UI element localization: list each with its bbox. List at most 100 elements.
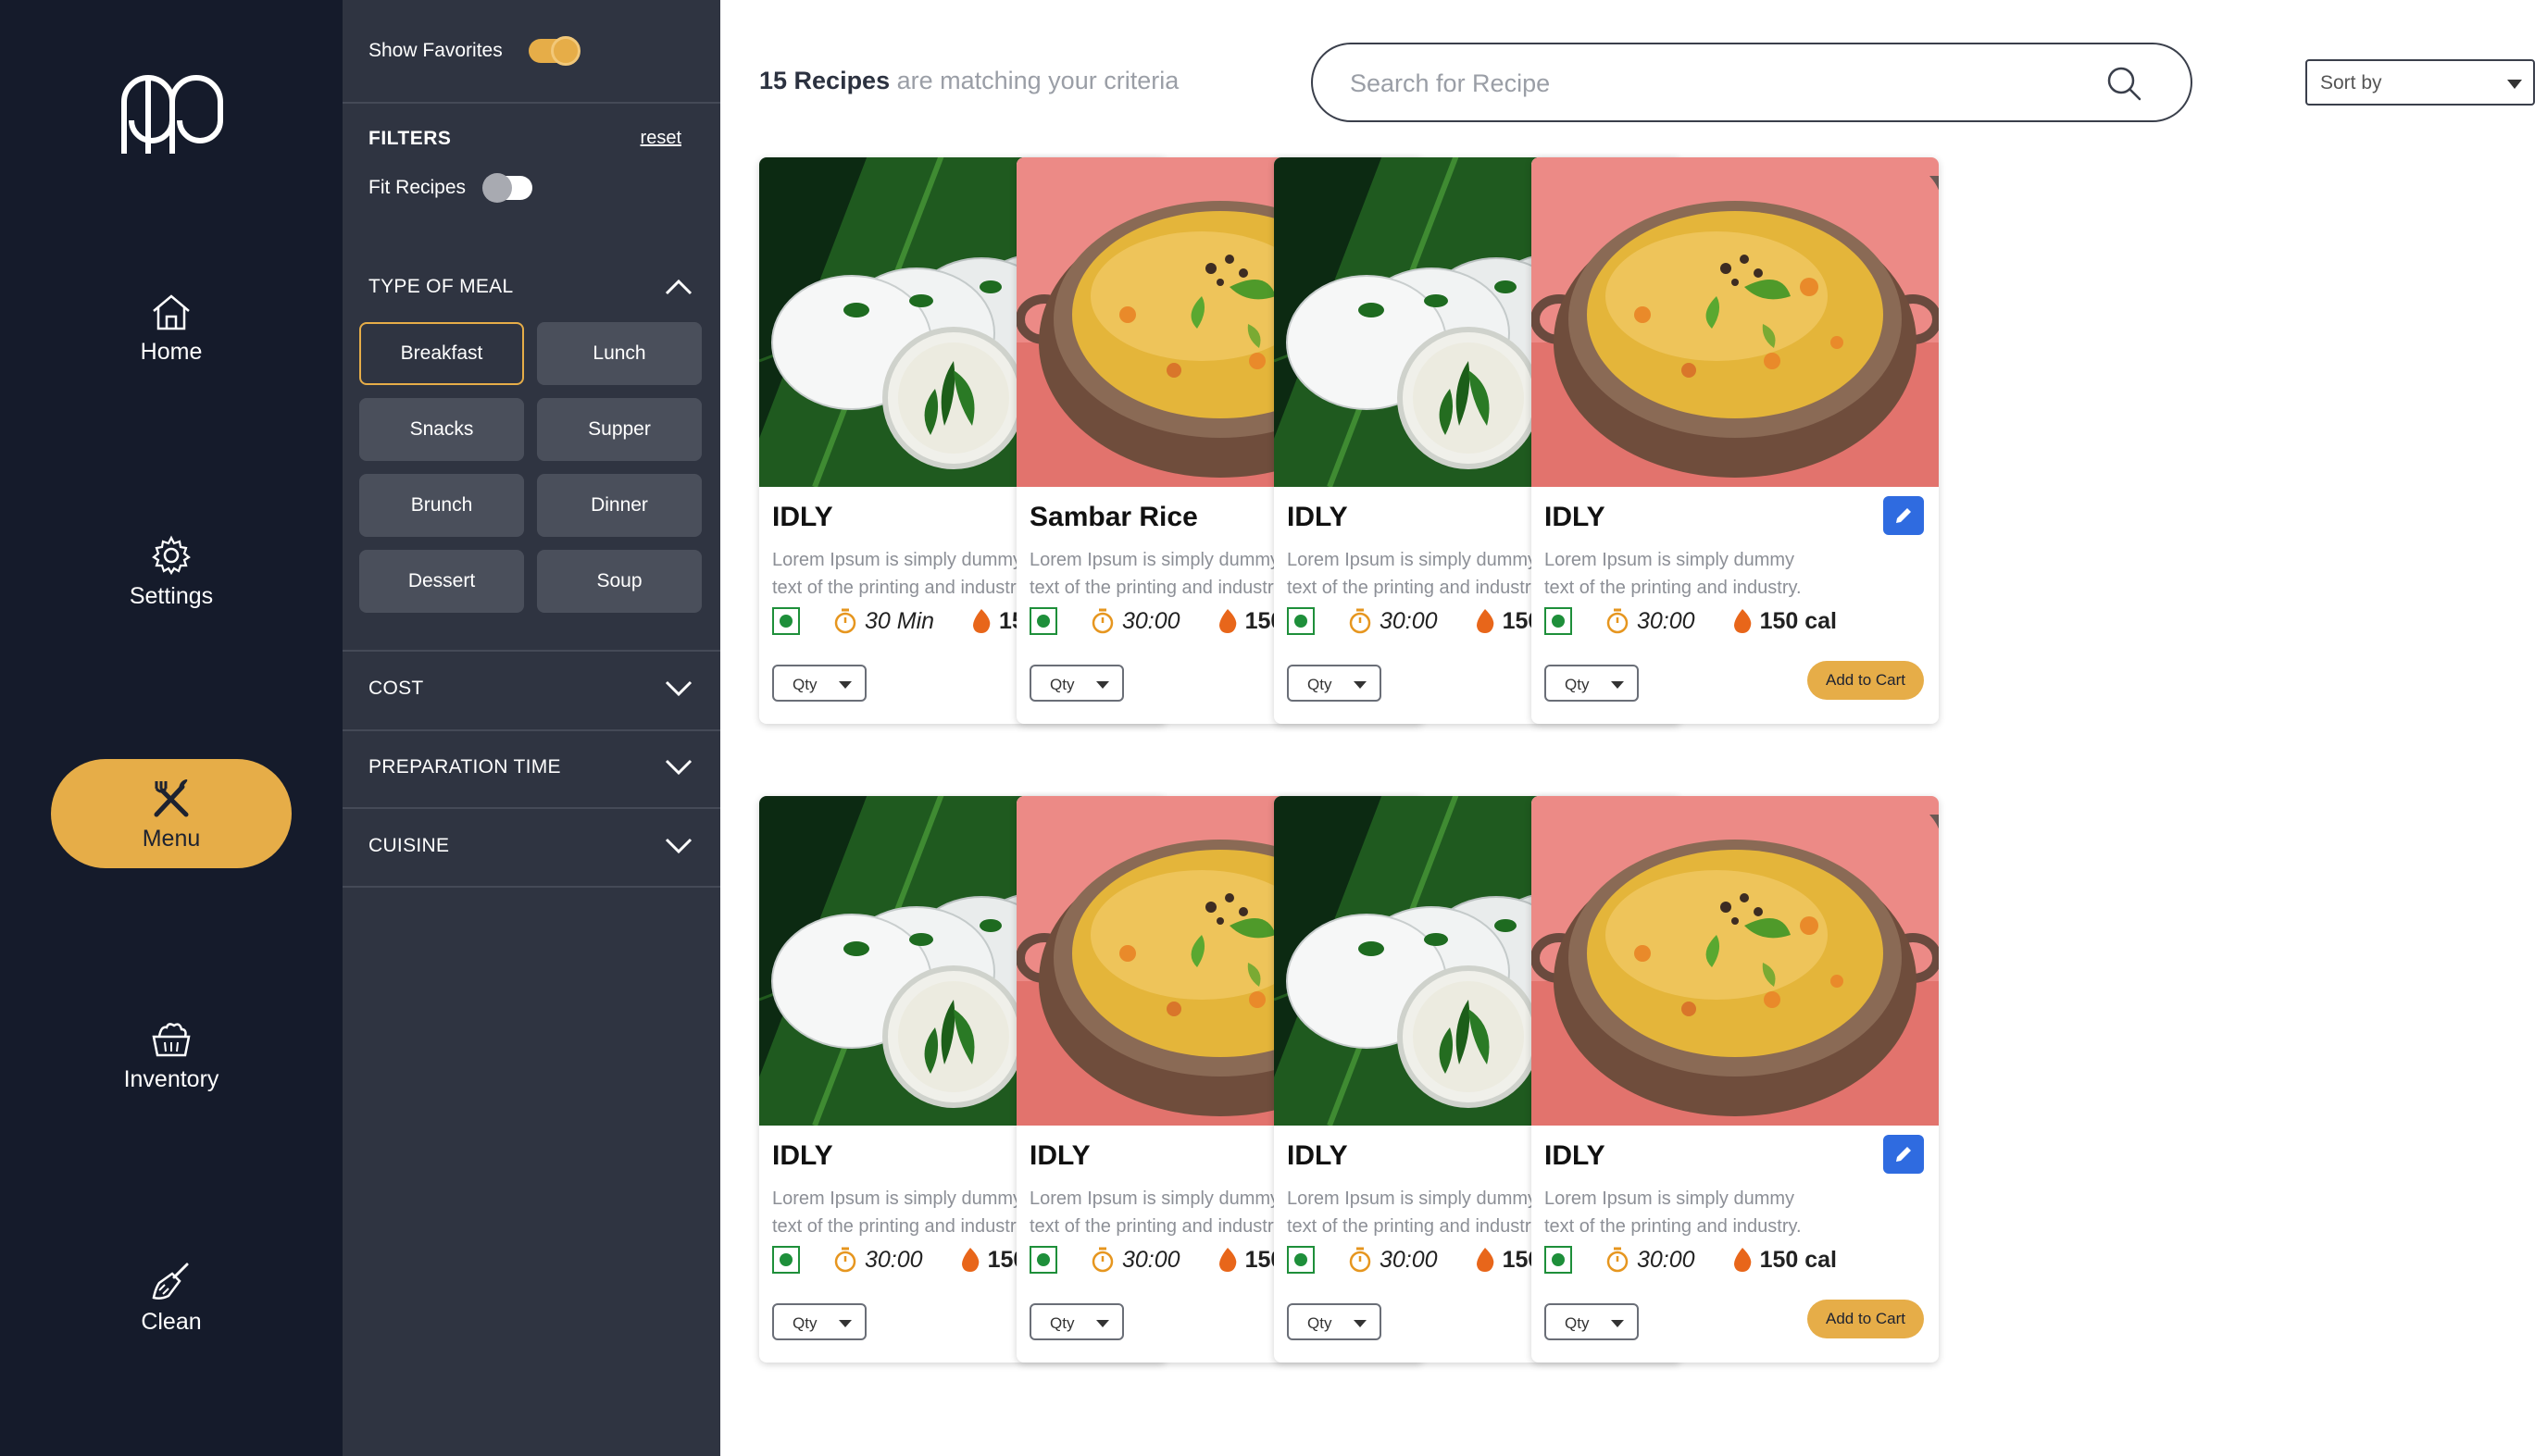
prep-time-value: 30:00 [1380,1246,1438,1273]
meal-breakfast-button[interactable]: Breakfast [359,322,524,385]
qty-dropdown[interactable]: Qty [1287,665,1381,702]
sort-by-dropdown[interactable]: Sort by [2305,59,2535,106]
qty-label: Qty [1307,1314,1332,1332]
meal-soup-button[interactable]: Soup [537,550,702,613]
recipe-meta: 30:00 150 cal [1544,607,1837,635]
cost-header[interactable]: COST [368,678,693,700]
qty-dropdown[interactable]: Qty [1287,1303,1381,1340]
qty-dropdown[interactable]: Qty [772,665,867,702]
caret-down-icon [839,681,852,689]
stopwatch-icon [1606,1247,1629,1273]
caret-down-icon [1096,681,1109,689]
caret-down-icon [1354,1320,1367,1327]
veg-indicator-icon [1030,607,1057,635]
calories: 150 cal [1732,608,1837,635]
divider [343,886,720,888]
stopwatch-icon [834,608,856,634]
veg-indicator-icon [1030,1246,1057,1274]
recipe-card[interactable]: IDLY Lorem Ipsum is simply dummy text of… [1531,796,1939,1363]
toggle-knob [482,173,513,203]
qty-label: Qty [1565,676,1590,693]
veg-indicator-icon [1287,607,1315,635]
recipe-image[interactable] [1531,157,1939,487]
description-line-1: Lorem Ipsum is simply dummy [1544,1188,1795,1209]
meal-dessert-button[interactable]: Dessert [359,550,524,613]
pencil-icon [1896,1147,1911,1162]
nav-menu[interactable]: Menu [51,759,292,868]
search-icon[interactable] [2105,65,2142,102]
nav-menu-label: Menu [142,826,201,852]
qty-dropdown[interactable]: Qty [1544,1303,1639,1340]
type-of-meal-header[interactable]: TYPE OF MEAL [368,276,693,298]
meal-brunch-button[interactable]: Brunch [359,474,524,537]
flame-icon [973,609,991,633]
fit-recipes-toggle[interactable] [482,173,533,203]
qty-dropdown[interactable]: Qty [1030,665,1124,702]
edit-button[interactable] [1883,496,1924,535]
results-count-text: are matching your criteria [890,67,1180,94]
calories: 150 cal [1732,1247,1837,1274]
nav-clean-label: Clean [141,1309,202,1335]
prep-time: 30 Min [833,608,934,635]
meal-snacks-button[interactable]: Snacks [359,398,524,461]
preparation-time-header[interactable]: PREPARATION TIME [368,756,693,778]
prep-time: 30:00 [1605,608,1695,635]
nav-settings[interactable]: Settings [0,535,343,610]
meal-supper-button[interactable]: Supper [537,398,702,461]
recipe-name: IDLY [1544,1140,1605,1171]
nav-rail: Home Settings Menu Inventory Clean [0,0,343,1456]
flame-icon [1476,1248,1493,1272]
reset-link[interactable]: reset [641,128,681,149]
chevron-down-icon [665,838,693,854]
sambar-rice-photo [1531,157,1939,487]
prep-time-value: 30:00 [1637,607,1695,634]
description-line-2: text of the printing and industry. [1544,1216,1802,1237]
nav-inventory-label: Inventory [123,1066,219,1092]
chevron-down-icon [665,680,693,697]
show-favorites-row: Show Favorites [368,36,581,66]
show-favorites-label: Show Favorites [368,40,503,61]
show-favorites-toggle[interactable] [528,36,581,66]
flame-icon [1218,1248,1236,1272]
fit-recipes-label: Fit Recipes [368,177,467,198]
recipe-name: Sambar Rice [1030,502,1198,532]
cuisine-header[interactable]: CUISINE [368,835,693,857]
edit-button[interactable] [1883,1135,1924,1174]
qty-label: Qty [793,676,818,693]
divider [343,102,720,104]
recipe-card[interactable]: IDLY Lorem Ipsum is simply dummy text of… [1531,157,1939,724]
veg-indicator-icon [1544,607,1572,635]
caret-down-icon [1611,681,1624,689]
nav-inventory[interactable]: Inventory [0,1018,343,1093]
divider [343,650,720,652]
search-bar [1311,43,2192,122]
app-root: Home Settings Menu Inventory Clean Show … [0,0,2547,1456]
main-content: 15 Recipes are matching your criteria So… [720,0,2547,1456]
flame-icon [1476,609,1493,633]
nav-home[interactable]: Home [0,292,343,366]
nav-clean[interactable]: Clean [0,1261,343,1336]
results-count: 15 Recipes are matching your criteria [759,67,1179,95]
add-to-cart-button[interactable]: Add to Cart [1807,661,1924,700]
meal-type-grid: Breakfast Lunch Snacks Supper Brunch Din… [359,322,702,613]
qty-dropdown[interactable]: Qty [1544,665,1639,702]
flame-icon [1218,609,1236,633]
sambar-rice-photo [1531,796,1939,1126]
add-to-cart-button[interactable]: Add to Cart [1807,1300,1924,1338]
fit-recipes-row: Fit Recipes [368,173,533,203]
prep-time: 30:00 [1348,608,1438,635]
recipe-image[interactable] [1531,796,1939,1126]
recipe-name: IDLY [772,502,833,532]
caret-down-icon [1611,1320,1624,1327]
qty-dropdown[interactable]: Qty [1030,1303,1124,1340]
filters-title: FILTERS [368,128,452,149]
qty-label: Qty [793,1314,818,1332]
prep-time-value: 30:00 [1380,607,1438,634]
meal-lunch-button[interactable]: Lunch [537,322,702,385]
prep-time: 30:00 [1091,1247,1180,1274]
caret-down-icon [1354,681,1367,689]
qty-dropdown[interactable]: Qty [772,1303,867,1340]
meal-dinner-button[interactable]: Dinner [537,474,702,537]
search-input[interactable] [1350,65,2091,102]
qty-label: Qty [1050,676,1075,693]
